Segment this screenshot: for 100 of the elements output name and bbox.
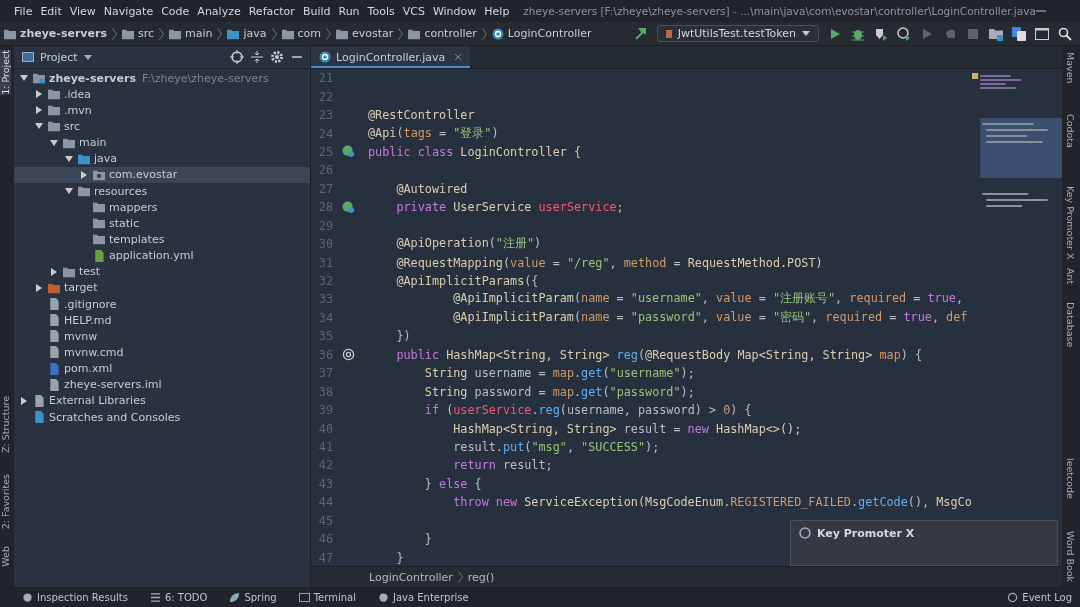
breadcrumb-item[interactable]: java: [243, 27, 267, 40]
file-icon: [48, 346, 60, 359]
editor-tab[interactable]: LoginController.java: [311, 46, 471, 68]
tree-item[interactable]: zheye-servers.iml: [14, 376, 310, 393]
tree-item[interactable]: zheye-servers F:\zheye\zheye-servers: [14, 70, 310, 87]
code-line: result.put("msg", "SUCCESS");: [452, 439, 660, 454]
tool-window-button[interactable]: Terminal: [298, 592, 364, 603]
tree-item[interactable]: java: [14, 150, 310, 167]
menu-item[interactable]: Code: [157, 4, 194, 18]
menu-item[interactable]: Refactor: [244, 4, 299, 18]
menu-item[interactable]: VCS: [398, 4, 429, 18]
tree-item[interactable]: templates: [14, 231, 310, 248]
list-icon: [149, 592, 161, 603]
tree-item[interactable]: Scratches and Consoles: [14, 408, 310, 426]
panel-title[interactable]: Project: [40, 50, 78, 64]
tree-item[interactable]: mappers: [14, 199, 310, 216]
breadcrumb-item[interactable]: main: [185, 27, 213, 40]
tree-item[interactable]: .gitignore: [14, 295, 310, 313]
code-line: @ApiOperation("注册"): [395, 236, 542, 253]
tool-window-tab[interactable]: Word Book: [1065, 531, 1076, 583]
collapse-icon[interactable]: [250, 50, 264, 64]
search-icon[interactable]: [1058, 26, 1072, 41]
tree-item[interactable]: pom.xml: [14, 360, 310, 377]
event-log-button[interactable]: Event Log: [1007, 592, 1080, 603]
shield-run-icon[interactable]: [874, 26, 888, 41]
tree-item[interactable]: static: [14, 215, 310, 232]
tool-window-tab[interactable]: 2: Favorites: [0, 474, 11, 530]
folder-icon: [93, 217, 105, 230]
menu-item[interactable]: Help: [480, 4, 514, 18]
chevron-icon: [217, 27, 223, 40]
breadcrumb-item[interactable]: evostar: [352, 27, 394, 40]
tool-window-tab[interactable]: leetcode: [1065, 458, 1076, 499]
tool-window-tab[interactable]: Key Promoter X: [1065, 186, 1076, 260]
tool-window-button[interactable]: Spring: [229, 592, 285, 603]
tree-item[interactable]: mvnw: [14, 328, 310, 345]
tree-item[interactable]: application.yml: [14, 247, 310, 264]
tree-item[interactable]: HELP.md: [14, 312, 310, 329]
tree-item[interactable]: .mvn: [14, 102, 310, 119]
tool-window-button[interactable]: 6: TODO: [149, 592, 216, 603]
breadcrumb-item[interactable]: LoginController: [369, 570, 453, 584]
panel-icon: [22, 51, 34, 63]
tool-window-button[interactable]: Java Enterprise: [377, 592, 477, 603]
tree-item[interactable]: resources: [14, 183, 310, 200]
breadcrumb-item[interactable]: controller: [424, 27, 477, 40]
notification-title: Key Promoter X: [817, 527, 915, 540]
run-icon[interactable]: [828, 26, 842, 41]
close-icon[interactable]: [454, 53, 463, 61]
menu-item[interactable]: Analyze: [193, 4, 245, 18]
folder-icon: [93, 233, 105, 246]
tool-window-tab[interactable]: Codota: [1065, 114, 1076, 148]
settings-icon[interactable]: [270, 50, 284, 64]
tool-window-tab[interactable]: Z: Structure: [0, 396, 11, 453]
breadcrumb-item[interactable]: com: [297, 27, 322, 40]
breadcrumb-item[interactable]: LoginController: [507, 27, 592, 40]
tool-window-tab[interactable]: Database: [1065, 302, 1076, 348]
tree-item[interactable]: mvnw.cmd: [14, 344, 310, 361]
folder-icon: [281, 27, 294, 40]
clock-run-icon[interactable]: [897, 26, 911, 41]
tree-item[interactable]: src: [14, 118, 310, 135]
tree-item[interactable]: main: [14, 134, 310, 151]
tree-item[interactable]: .idea: [14, 86, 310, 103]
folder-icon: [33, 72, 45, 85]
tree-item[interactable]: com.evostar: [14, 166, 310, 183]
menu-item[interactable]: Navigate: [99, 4, 158, 18]
expanded-arrow-icon[interactable]: [20, 74, 28, 83]
tool-window-tab[interactable]: Ant: [1065, 268, 1076, 285]
menu-item[interactable]: Run: [334, 4, 364, 18]
collapsed-arrow-icon[interactable]: [20, 396, 28, 405]
tree-item[interactable]: External Libraries: [14, 392, 310, 409]
tool-window-tab[interactable]: 1: Project: [0, 50, 11, 95]
code-line: @ApiImplicitParam(name = "username", value = "注册账号", required = true,: [452, 291, 963, 308]
tree-item[interactable]: test: [14, 263, 310, 280]
collapsed-arrow-icon[interactable]: [80, 170, 88, 179]
tool-window-tab[interactable]: Web: [0, 546, 11, 567]
caret-icon[interactable]: [83, 54, 92, 60]
menu-item[interactable]: Build: [298, 4, 335, 18]
folder-icon: [48, 120, 60, 133]
menu-item[interactable]: Tools: [363, 4, 399, 18]
code-line: @RequestMapping(value = "/reg", method = RequestMethod.POST): [395, 255, 823, 270]
bean-icon[interactable]: [341, 200, 355, 214]
code-line: @Autowired: [395, 181, 468, 196]
bean-icon[interactable]: [341, 145, 355, 159]
breadcrumb-item[interactable]: zheye-servers: [20, 27, 107, 40]
project-structure-icon[interactable]: [989, 26, 1003, 41]
tool-window-button[interactable]: Inspection Results: [22, 592, 136, 603]
terminal-window-icon[interactable]: [1035, 26, 1049, 41]
code-line: HashMap<String, String> result = new HashMap<>();: [452, 421, 802, 436]
breadcrumb-item[interactable]: reg(): [467, 570, 495, 584]
menu-item[interactable]: View: [65, 4, 100, 18]
tool-window-tab[interactable]: Maven: [1065, 52, 1076, 84]
menu-item[interactable]: File: [10, 4, 37, 18]
expanded-arrow-icon[interactable]: [65, 187, 73, 196]
locate-icon[interactable]: [230, 50, 244, 64]
menu-item[interactable]: Edit: [36, 4, 66, 18]
run-configuration-dropdown[interactable]: JwtUtilsTest.testToken: [656, 25, 819, 42]
menu-item[interactable]: Window: [428, 4, 481, 18]
code-line: }): [395, 329, 411, 344]
tree-item[interactable]: target: [14, 279, 310, 296]
breadcrumb-item[interactable]: src: [137, 27, 154, 40]
file-icon: [48, 298, 60, 311]
